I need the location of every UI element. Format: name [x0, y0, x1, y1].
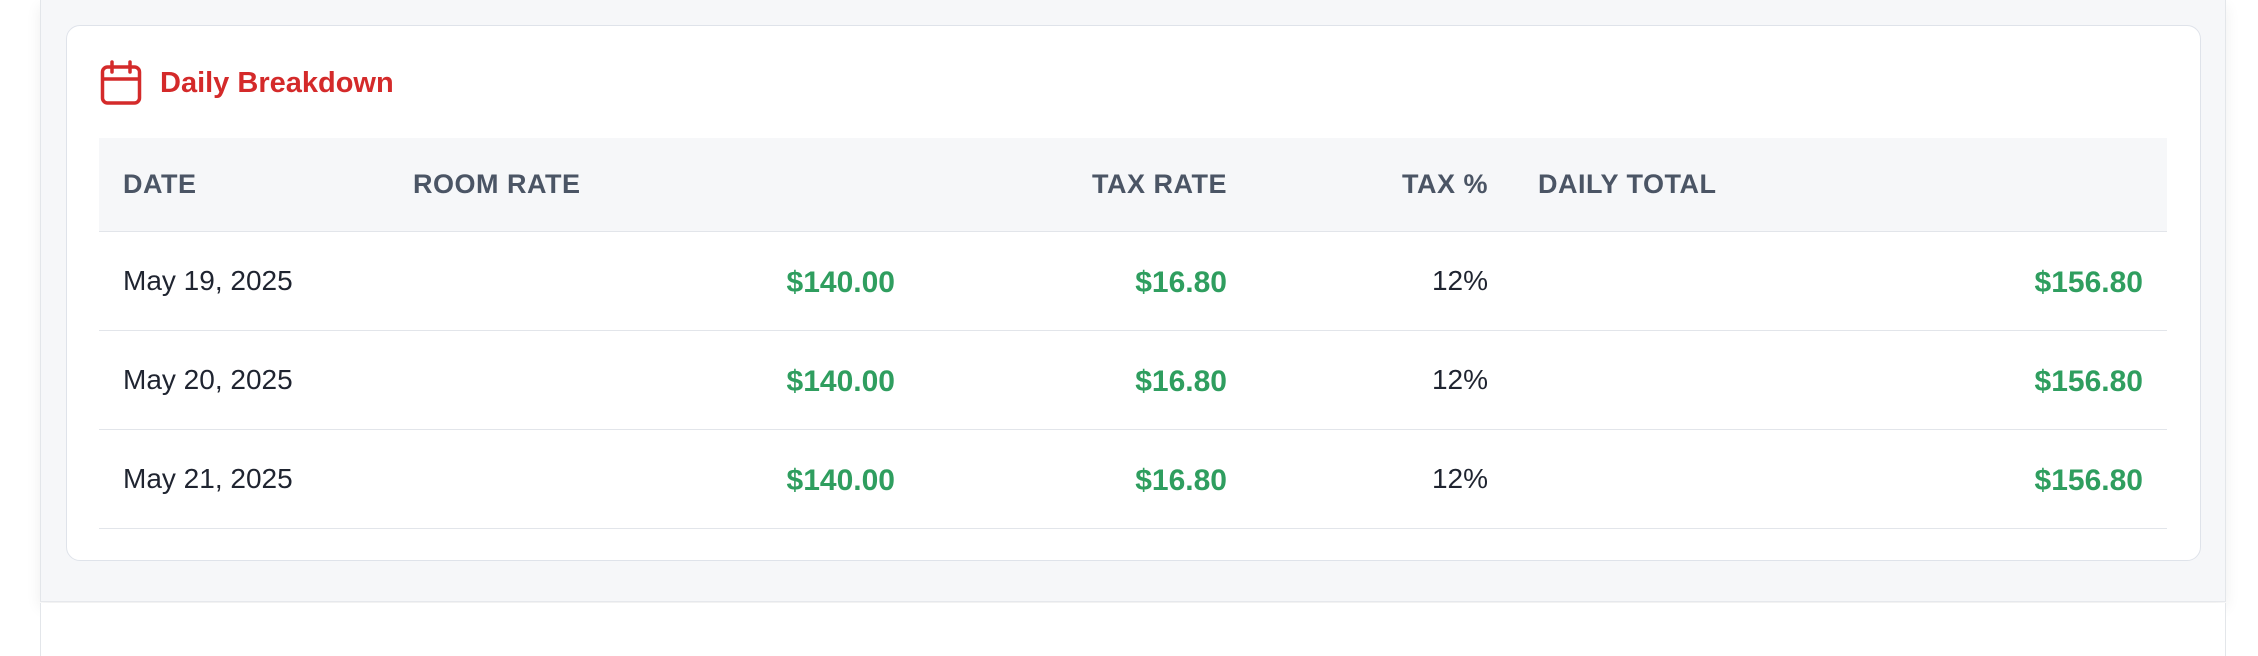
table-header-row: DATE ROOM RATE TAX RATE TAX % DAILY TOTA…: [99, 138, 2167, 232]
row-room-rate: $140.00: [413, 429, 913, 529]
row-date: May 19, 2025: [99, 231, 413, 331]
daily-breakdown-table: DATE ROOM RATE TAX RATE TAX % DAILY TOTA…: [99, 138, 2167, 529]
table-row: May 21, 2025 $140.00 $16.80 12% $156.80: [99, 429, 2167, 529]
row-daily-total: $156.80: [1488, 330, 2167, 430]
row-tax-percent: 12%: [1227, 429, 1488, 529]
column-header-tax-rate: TAX RATE: [913, 138, 1227, 232]
row-daily-total: $156.80: [1488, 429, 2167, 529]
card-header: Daily Breakdown: [100, 58, 394, 108]
column-header-tax-percent: TAX %: [1227, 138, 1488, 232]
row-tax-rate: $16.80: [913, 429, 1227, 529]
next-section: [40, 603, 2226, 656]
column-header-daily-total: DAILY TOTAL: [1488, 138, 2167, 232]
table-row: May 19, 2025 $140.00 $16.80 12% $156.80: [99, 231, 2167, 331]
row-daily-total: $156.80: [1488, 231, 2167, 331]
row-date: May 21, 2025: [99, 429, 413, 529]
row-tax-rate: $16.80: [913, 330, 1227, 430]
row-room-rate: $140.00: [413, 231, 913, 331]
row-date: May 20, 2025: [99, 330, 413, 430]
row-tax-percent: 12%: [1227, 231, 1488, 331]
table-row: May 20, 2025 $140.00 $16.80 12% $156.80: [99, 330, 2167, 430]
row-room-rate: $140.00: [413, 330, 913, 430]
row-tax-percent: 12%: [1227, 330, 1488, 430]
calendar-icon: [100, 60, 142, 106]
card-title: Daily Breakdown: [160, 66, 394, 99]
column-header-room-rate: ROOM RATE: [413, 138, 913, 232]
row-tax-rate: $16.80: [913, 231, 1227, 331]
column-header-date: DATE: [99, 138, 413, 232]
